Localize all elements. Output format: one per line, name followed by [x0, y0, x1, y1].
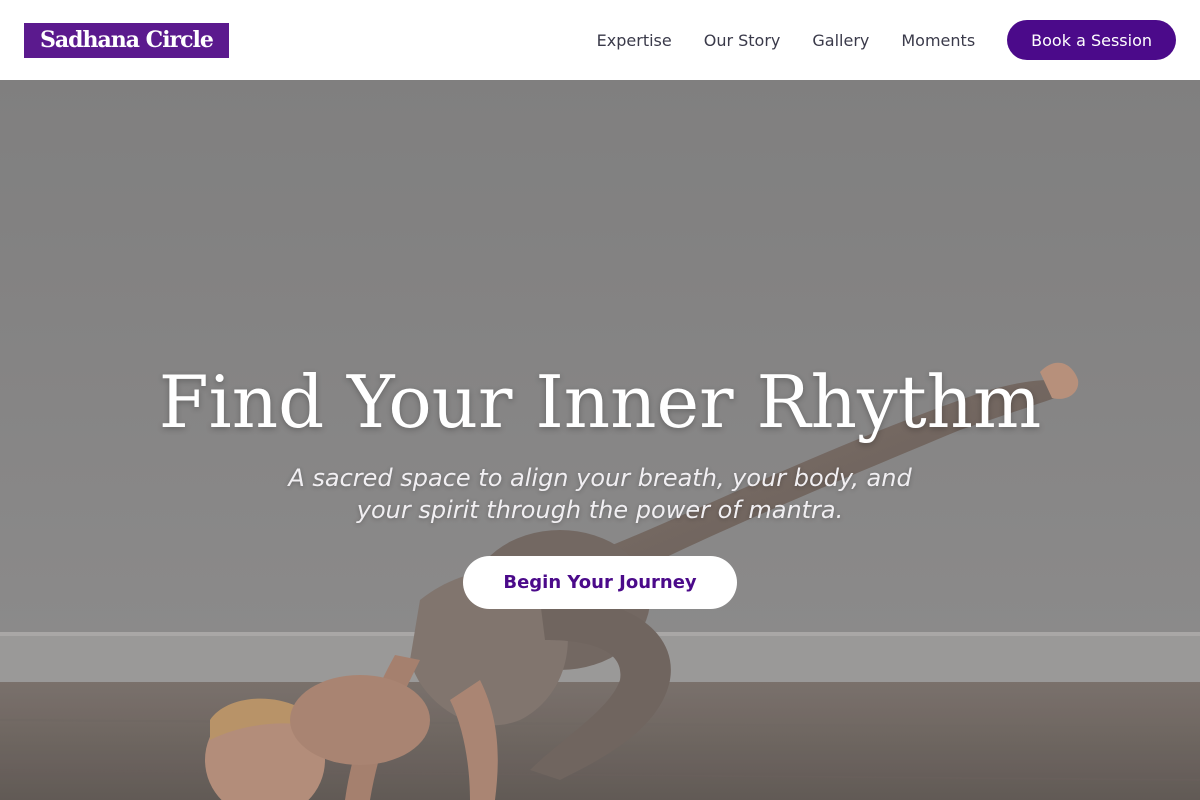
- nav-link-expertise[interactable]: Expertise: [597, 31, 672, 50]
- top-navbar: Sadhana Circle Expertise Our Story Galle…: [0, 0, 1200, 80]
- nav-link-moments[interactable]: Moments: [901, 31, 975, 50]
- begin-journey-button[interactable]: Begin Your Journey: [463, 556, 737, 609]
- hero-content: Find Your Inner Rhythm A sacred space to…: [0, 362, 1200, 609]
- nav-link-our-story[interactable]: Our Story: [704, 31, 781, 50]
- hero-subtitle: A sacred space to align your breath, you…: [288, 464, 912, 524]
- nav-menu: Expertise Our Story Gallery Moments Book…: [597, 20, 1176, 60]
- brand-logo[interactable]: Sadhana Circle: [24, 22, 229, 58]
- hero-title: Find Your Inner Rhythm: [158, 360, 1042, 444]
- hero-section: Find Your Inner Rhythm A sacred space to…: [0, 80, 1200, 800]
- nav-link-gallery[interactable]: Gallery: [812, 31, 869, 50]
- book-session-button[interactable]: Book a Session: [1007, 20, 1176, 60]
